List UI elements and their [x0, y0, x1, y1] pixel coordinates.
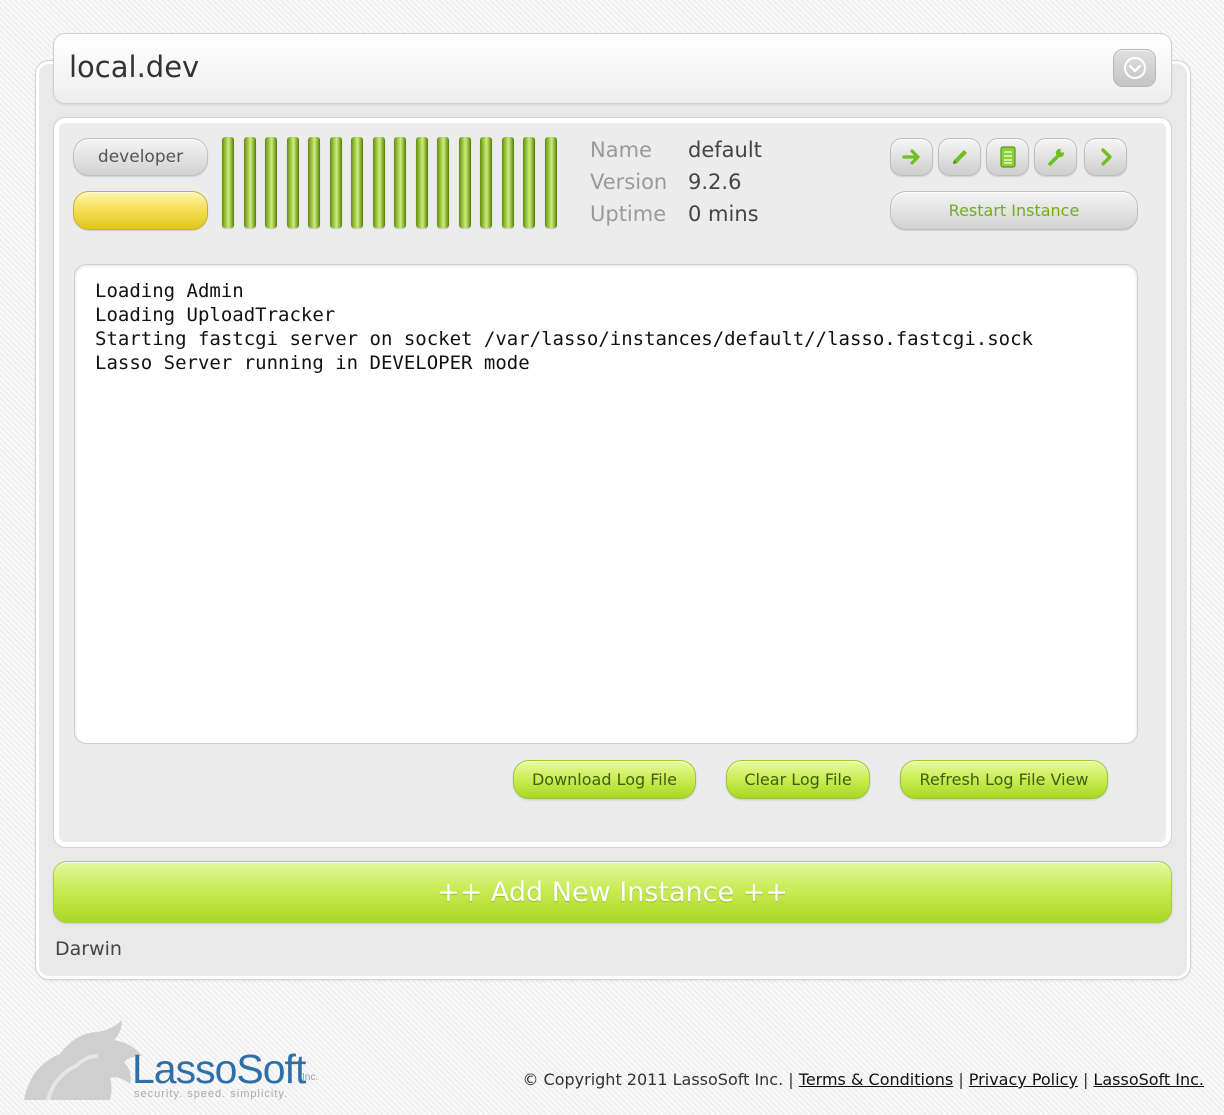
- clear-log-button[interactable]: Clear Log File: [726, 760, 870, 799]
- meter-segment: [459, 137, 471, 228]
- meter-segment: [330, 137, 342, 228]
- meter-segment: [308, 137, 320, 228]
- host-title: local.dev: [69, 50, 200, 84]
- meter-segment: [394, 137, 406, 228]
- arrow-right-icon: [901, 149, 920, 165]
- meter-segment: [437, 137, 449, 228]
- chevron-down-icon: [1123, 57, 1146, 79]
- meter-segment: [287, 137, 299, 228]
- mode-badge: developer: [73, 138, 208, 176]
- terms-link[interactable]: Terms & Conditions: [799, 1070, 953, 1089]
- meter-segment: [373, 137, 385, 228]
- log-content: Loading Admin Loading UploadTracker Starti…: [95, 279, 1033, 375]
- logo-text: LassoSoft: [132, 1046, 306, 1092]
- logo-tagline: security. speed. simplicity.: [134, 1088, 289, 1100]
- info-value-version: 9.2.6: [688, 170, 742, 194]
- status-indicator: [73, 191, 208, 230]
- log-line: Lasso Server running in DEVELOPER mode: [95, 352, 530, 374]
- meter-segment: [265, 137, 277, 228]
- meter-segment: [523, 137, 535, 228]
- info-value-uptime: 0 mins: [688, 202, 759, 226]
- refresh-log-button[interactable]: Refresh Log File View: [900, 760, 1108, 799]
- rhino-logo-icon: [24, 1020, 142, 1100]
- info-value-name: default: [688, 138, 762, 162]
- copyright-text: © Copyright 2011 LassoSoft Inc.: [522, 1070, 784, 1089]
- footer-separator: |: [1082, 1070, 1089, 1089]
- meter-segment: [480, 137, 492, 228]
- settings-button[interactable]: [1034, 138, 1077, 176]
- collapse-button[interactable]: [1113, 49, 1156, 87]
- meter-segment: [502, 137, 514, 228]
- log-line: Loading Admin: [95, 280, 244, 302]
- meter-segment: [416, 137, 428, 228]
- restart-instance-button[interactable]: Restart Instance: [890, 191, 1138, 230]
- pencil-icon: [952, 150, 967, 164]
- document-icon: [999, 146, 1016, 168]
- info-label-version: Version: [590, 170, 668, 194]
- logo-suffix: Inc.: [302, 1072, 319, 1083]
- chevron-right-icon: [1100, 148, 1112, 166]
- privacy-link[interactable]: Privacy Policy: [969, 1070, 1078, 1089]
- add-instance-button[interactable]: ++ Add New Instance ++: [53, 861, 1172, 923]
- info-label-uptime: Uptime: [590, 202, 667, 226]
- info-label-name: Name: [590, 138, 652, 162]
- edit-instance-button[interactable]: [938, 138, 981, 176]
- footer-nav: © Copyright 2011 LassoSoft Inc. | Terms …: [522, 1069, 1204, 1091]
- start-instance-button[interactable]: [890, 138, 933, 176]
- view-log-button[interactable]: [986, 138, 1029, 176]
- meter-segment: [222, 137, 234, 228]
- meter-segment: [244, 137, 256, 228]
- wrench-icon: [1047, 148, 1064, 166]
- footer-separator: |: [958, 1070, 964, 1089]
- footer-separator: |: [788, 1070, 794, 1089]
- meter-segment: [545, 137, 557, 228]
- download-log-button[interactable]: Download Log File: [513, 760, 696, 799]
- meter-segment: [351, 137, 363, 228]
- log-line: Starting fastcgi server on socket /var/l…: [95, 328, 1033, 350]
- next-instance-button[interactable]: [1084, 138, 1127, 176]
- os-label: Darwin: [55, 938, 122, 960]
- host-header: [53, 33, 1172, 104]
- lassosoft-logo: LassoSoft Inc. security. speed. simplici…: [18, 1020, 328, 1110]
- lassosoft-link[interactable]: LassoSoft Inc.: [1093, 1070, 1204, 1089]
- log-line: Loading UploadTracker: [95, 304, 336, 326]
